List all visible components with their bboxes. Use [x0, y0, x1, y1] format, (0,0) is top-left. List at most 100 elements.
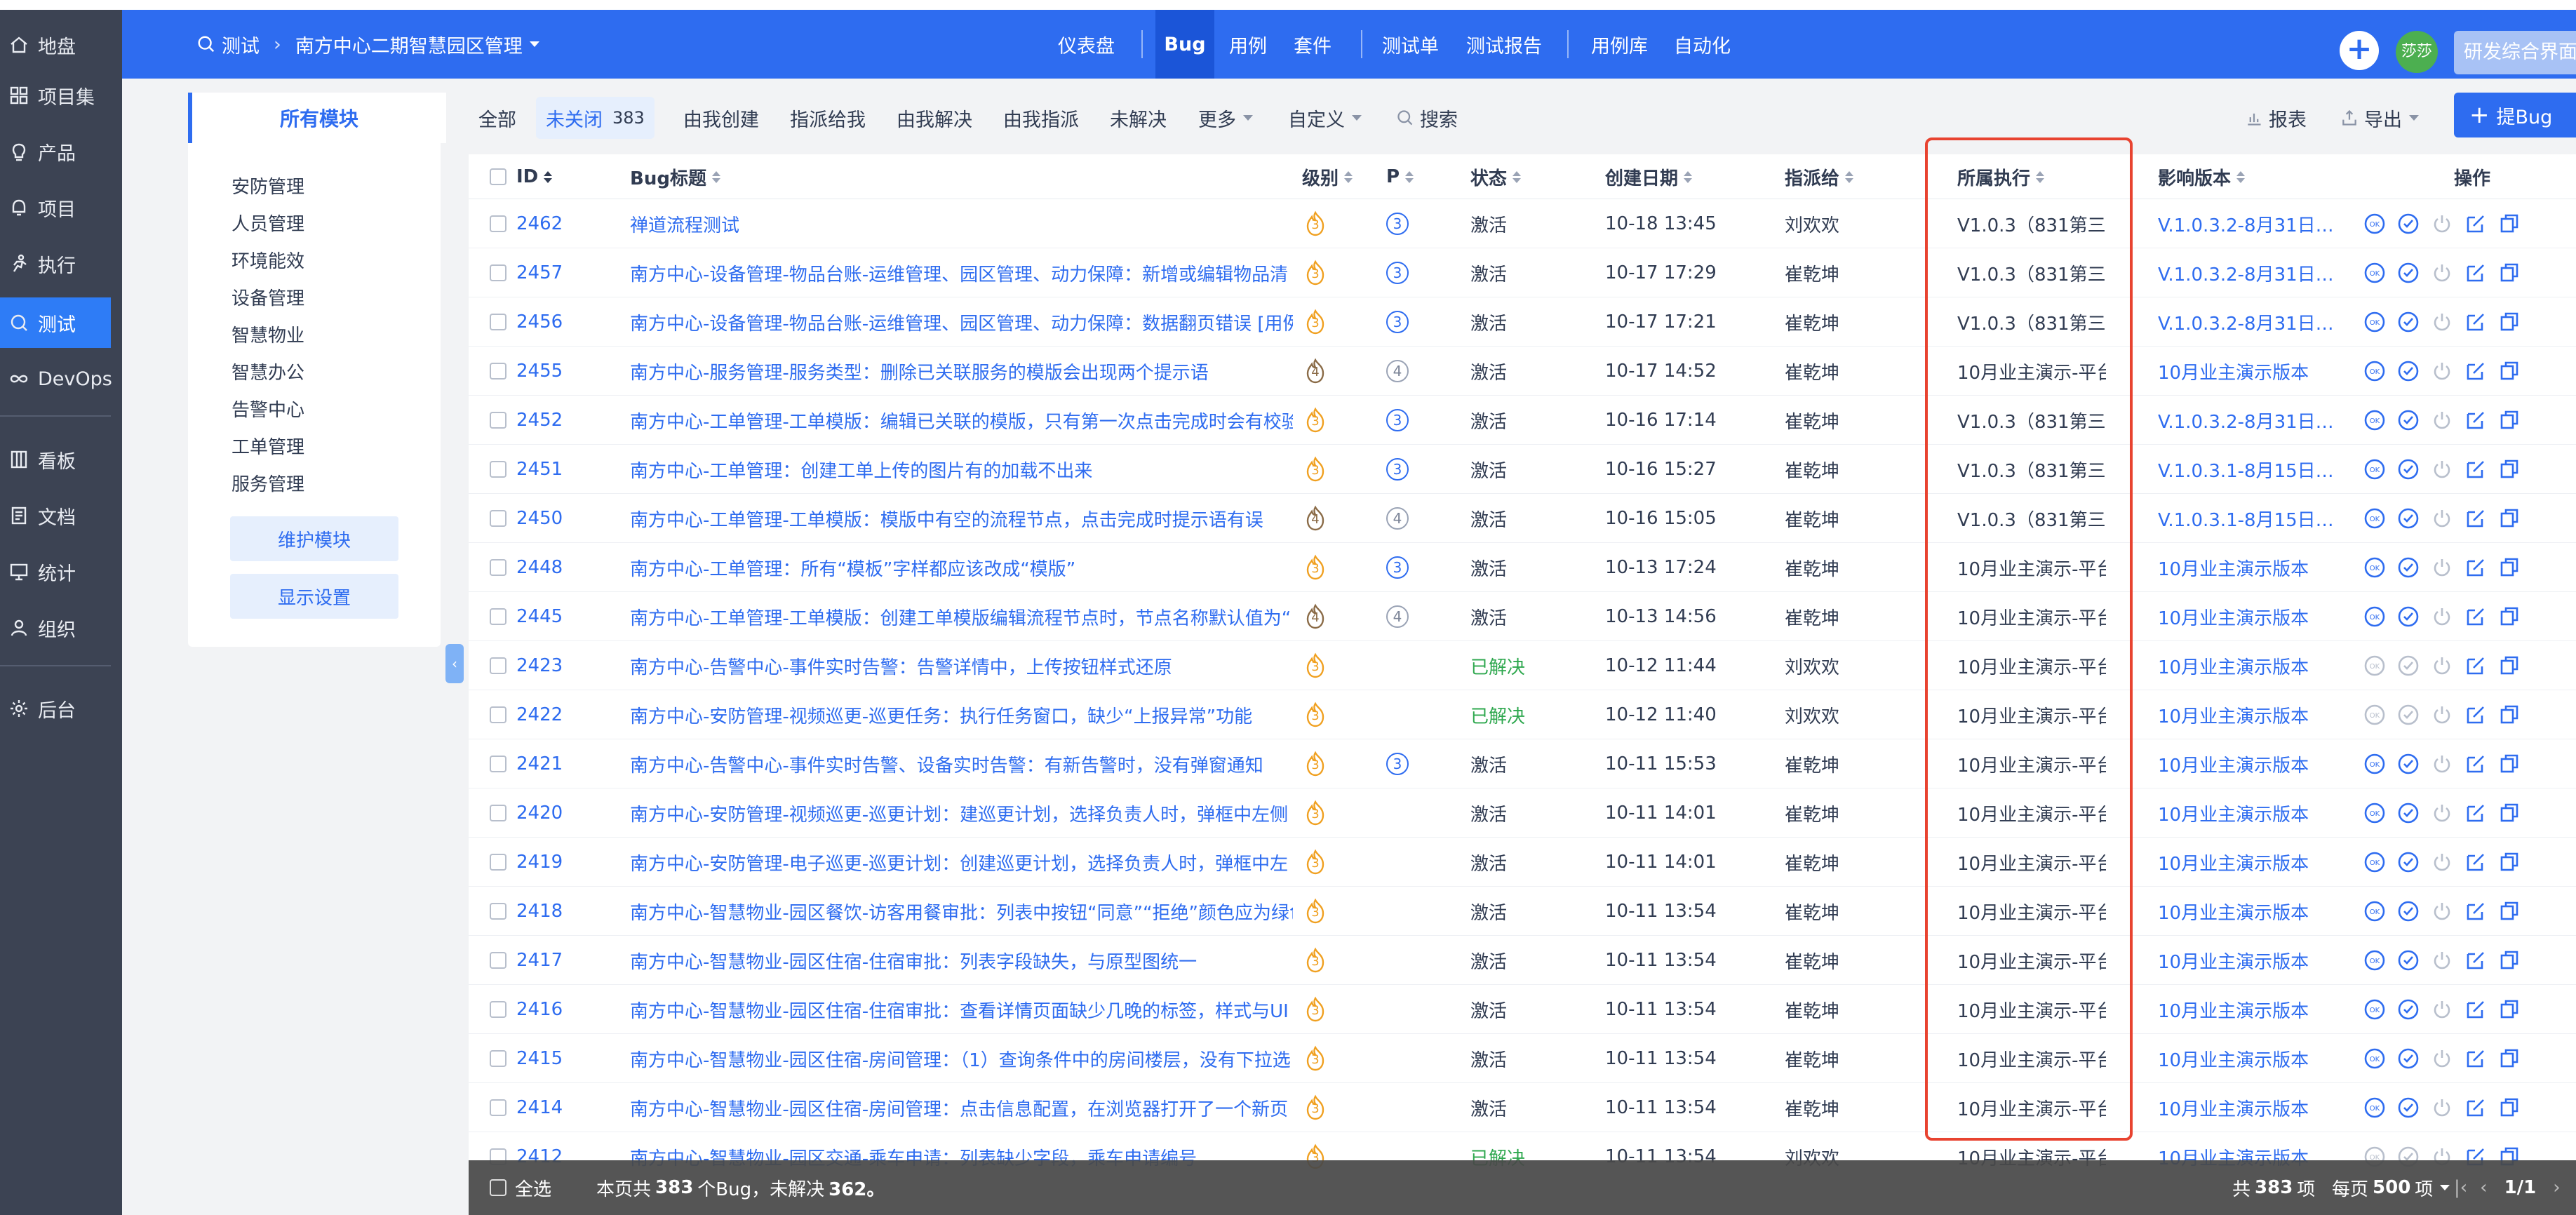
col-version[interactable]: 影响版本 — [2158, 154, 2246, 199]
filter-assigned-to-me[interactable]: 指派给我 — [790, 93, 866, 143]
affected-version[interactable]: 10月业主演示版本 — [2158, 592, 2354, 641]
assigned-to[interactable]: 崔乾坤 — [1785, 788, 1839, 838]
module-item[interactable]: 工单管理 — [232, 433, 304, 459]
bug-id[interactable]: 2462 — [516, 199, 563, 248]
bug-title[interactable]: 南方中心-告警中心-事件实时告警、设备实时告警：有新告警时，没有弹窗通知 — [630, 739, 1293, 788]
bug-id[interactable]: 2419 — [516, 838, 563, 887]
row-checkbox[interactable] — [490, 510, 507, 527]
create-bug-button[interactable]: + 提Bug — [2454, 93, 2576, 137]
filter-assigned-by-me[interactable]: 由我指派 — [1003, 93, 1079, 143]
affected-version[interactable]: 10月业主演示版本 — [2158, 1083, 2354, 1132]
resolve-icon[interactable] — [2396, 457, 2420, 481]
assigned-to[interactable]: 崔乾坤 — [1785, 248, 1839, 297]
resolve-icon[interactable] — [2396, 1096, 2420, 1120]
bug-id[interactable]: 2423 — [516, 641, 563, 690]
affected-version[interactable]: 10月业主演示版本 — [2158, 788, 2354, 838]
row-checkbox[interactable] — [490, 215, 507, 232]
resolve-icon[interactable] — [2396, 948, 2420, 972]
module-item[interactable]: 智慧办公 — [232, 358, 304, 384]
edit-icon[interactable] — [2464, 654, 2488, 678]
module-item[interactable]: 安防管理 — [232, 173, 304, 199]
execution-name[interactable]: 10月业主演示-平台… — [1957, 985, 2106, 1034]
execution-name[interactable]: 10月业主演示-平台… — [1957, 347, 2106, 396]
nav-item-org[interactable]: 组织 — [0, 603, 122, 653]
edit-icon[interactable] — [2464, 703, 2488, 727]
assigned-to[interactable]: 崔乾坤 — [1785, 347, 1839, 396]
copy-icon[interactable] — [2497, 752, 2521, 776]
bug-id[interactable]: 2414 — [516, 1083, 563, 1132]
table-row[interactable]: 2423 南方中心-告警中心-事件实时告警：告警详情中，上传按钮样式还原 3 已解决 1… — [469, 641, 2576, 690]
row-checkbox[interactable] — [490, 854, 507, 871]
power-icon[interactable] — [2430, 556, 2454, 579]
filter-custom[interactable]: 自定义 — [1288, 93, 1362, 143]
filter-more[interactable]: 更多 — [1198, 93, 1253, 143]
power-icon[interactable] — [2430, 899, 2454, 923]
confirm-icon[interactable]: OK — [2363, 654, 2387, 678]
confirm-icon[interactable]: OK — [2363, 359, 2387, 383]
power-icon[interactable] — [2430, 605, 2454, 629]
assigned-to[interactable]: 崔乾坤 — [1785, 592, 1839, 641]
affected-version[interactable]: 10月业主演示版本 — [2158, 985, 2354, 1034]
power-icon[interactable] — [2430, 506, 2454, 530]
filter-resolved-by-me[interactable]: 由我解决 — [897, 93, 972, 143]
assigned-to[interactable]: 崔乾坤 — [1785, 887, 1839, 936]
confirm-icon[interactable]: OK — [2363, 457, 2387, 481]
table-row[interactable]: 2422 南方中心-安防管理-视频巡更-巡更任务：执行任务窗口，缺少“上报异常”功… — [469, 690, 2576, 739]
confirm-icon[interactable]: OK — [2363, 752, 2387, 776]
copy-icon[interactable] — [2497, 1096, 2521, 1120]
confirm-icon[interactable]: OK — [2363, 850, 2387, 874]
resolve-icon[interactable] — [2396, 310, 2420, 334]
row-checkbox[interactable] — [490, 264, 507, 281]
module-tab-all[interactable]: 所有模块 — [188, 93, 446, 143]
copy-icon[interactable] — [2497, 506, 2521, 530]
edit-icon[interactable] — [2464, 850, 2488, 874]
execution-name[interactable]: V1.0.3（831第三版… — [1957, 297, 2106, 347]
bug-title[interactable]: 南方中心-智慧物业-园区住宿-房间管理：（1）查询条件中的房间楼层，没有下拉选 — [630, 1034, 1293, 1083]
bug-id[interactable]: 2450 — [516, 494, 563, 543]
confirm-icon[interactable]: OK — [2363, 408, 2387, 432]
bug-title[interactable]: 南方中心-工单管理-工单模版：编辑已关联的模版，只有第一次点击完成时会有校验 — [630, 396, 1293, 445]
bug-id[interactable]: 2416 — [516, 985, 563, 1034]
edit-icon[interactable] — [2464, 948, 2488, 972]
project-switch-button[interactable]: 研发综合界面 — [2454, 31, 2576, 74]
col-execution[interactable]: 所属执行 — [1957, 154, 2045, 199]
bug-id[interactable]: 2455 — [516, 347, 563, 396]
footer-per-page[interactable]: 每页 500 项 — [2332, 1160, 2450, 1215]
execution-name[interactable]: 10月业主演示-平台… — [1957, 690, 2106, 739]
row-checkbox[interactable] — [490, 1099, 507, 1116]
row-checkbox[interactable] — [490, 903, 507, 920]
resolve-icon[interactable] — [2396, 261, 2420, 285]
bug-id[interactable]: 2417 — [516, 936, 563, 985]
next-page-icon[interactable]: › — [2553, 1177, 2560, 1198]
nav-item-product[interactable]: 产品 — [0, 126, 122, 177]
filter-unresolved[interactable]: 未解决 — [1110, 93, 1167, 143]
module-item[interactable]: 服务管理 — [232, 470, 304, 496]
execution-name[interactable]: 10月业主演示-平台… — [1957, 543, 2106, 592]
bug-title[interactable]: 南方中心-工单管理-工单模版：模版中有空的流程节点，点击完成时提示语有误 — [630, 494, 1293, 543]
resolve-icon[interactable] — [2396, 212, 2420, 236]
search-button[interactable]: 搜索 — [1396, 93, 1458, 143]
table-row[interactable]: 2450 南方中心-工单管理-工单模版：模版中有空的流程节点，点击完成时提示语有误… — [469, 494, 2576, 543]
confirm-icon[interactable]: OK — [2363, 948, 2387, 972]
edit-icon[interactable] — [2464, 261, 2488, 285]
nav-item-home[interactable]: 地盘 — [0, 20, 122, 70]
nav-item-kanban[interactable]: 看板 — [0, 434, 122, 485]
execution-name[interactable]: V1.0.3（831第三版… — [1957, 199, 2106, 248]
assigned-to[interactable]: 崔乾坤 — [1785, 985, 1839, 1034]
copy-icon[interactable] — [2497, 801, 2521, 825]
row-checkbox[interactable] — [490, 608, 507, 625]
resolve-icon[interactable] — [2396, 998, 2420, 1021]
row-checkbox[interactable] — [490, 706, 507, 723]
nav-item-doc[interactable]: 文档 — [0, 490, 122, 541]
execution-name[interactable]: 10月业主演示-平台… — [1957, 788, 2106, 838]
copy-icon[interactable] — [2497, 654, 2521, 678]
bug-title[interactable]: 南方中心-安防管理-电子巡更-巡更计划：创建巡更计划，选择负责人时，弹框中左 — [630, 838, 1293, 887]
copy-icon[interactable] — [2497, 899, 2521, 923]
execution-name[interactable]: V1.0.3（831第三版… — [1957, 396, 2106, 445]
affected-version[interactable]: V.1.0.3.2-8月31日… — [2158, 396, 2354, 445]
affected-version[interactable]: 10月业主演示版本 — [2158, 936, 2354, 985]
confirm-icon[interactable]: OK — [2363, 801, 2387, 825]
power-icon[interactable] — [2430, 1096, 2454, 1120]
row-checkbox[interactable] — [490, 952, 507, 969]
edit-icon[interactable] — [2464, 1096, 2488, 1120]
